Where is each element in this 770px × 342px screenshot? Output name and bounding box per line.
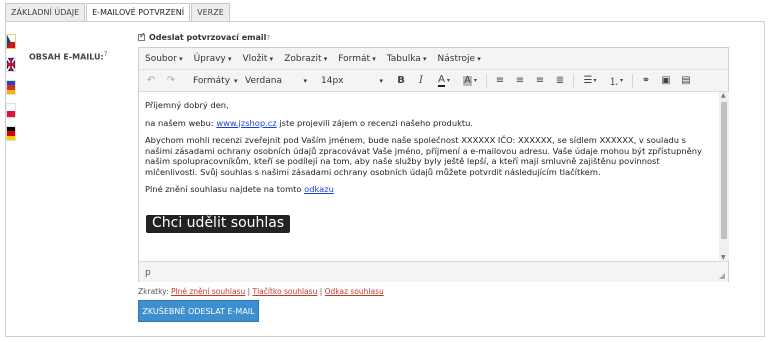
formats-select-value: Formáty bbox=[193, 75, 231, 86]
shortcuts-row: Zkratky: Plné znění souhlasu | Tlačítko … bbox=[138, 287, 384, 296]
help-icon[interactable]: ? bbox=[266, 34, 270, 42]
flag-pl-icon[interactable] bbox=[6, 103, 16, 118]
italic-button[interactable]: I bbox=[413, 73, 429, 89]
editor-statusbar: p ◢ bbox=[139, 261, 728, 282]
shortcut-full-text[interactable]: Plné znění souhlasu bbox=[171, 287, 245, 296]
formats-select[interactable]: Formáty ▾ bbox=[193, 75, 238, 86]
font-family-select-value: Verdana bbox=[245, 75, 282, 86]
send-confirmation-row: Odeslat potvrzovací email? bbox=[138, 31, 270, 42]
font-size-select-value: 14px bbox=[321, 75, 344, 86]
text-color-icon: A bbox=[438, 73, 445, 87]
tab-basic-info[interactable]: ZÁKLADNÍ ÚDAJE bbox=[5, 3, 86, 22]
flag-de-alt-icon[interactable] bbox=[6, 80, 16, 95]
chevron-down-icon: ▾ bbox=[303, 76, 307, 85]
align-center-icon[interactable]: ≡ bbox=[512, 73, 528, 89]
menu-format[interactable]: Formát bbox=[338, 54, 375, 64]
media-icon[interactable]: ▤ bbox=[678, 73, 694, 89]
menu-file[interactable]: Soubor bbox=[145, 54, 183, 64]
numbered-list-icon[interactable]: ⒈ ▾ bbox=[605, 73, 627, 89]
menu-insert[interactable]: Vložit bbox=[243, 54, 274, 64]
chevron-down-icon: ▾ bbox=[234, 76, 238, 85]
background-color-icon: A bbox=[463, 74, 472, 86]
align-justify-icon[interactable]: ≣ bbox=[552, 73, 568, 89]
editor-scrollbar[interactable]: ▲ ▼ bbox=[719, 92, 729, 261]
chevron-down-icon: ▾ bbox=[619, 77, 623, 84]
website-line: na našem webu: www.jzshop.cz jste projev… bbox=[145, 118, 713, 129]
editor-menubar: Soubor Úpravy Vložit Zobrazit Formát Tab… bbox=[139, 48, 728, 70]
full-text-prefix: Plné znění souhlasu najdete na tomto bbox=[145, 184, 305, 194]
website-line-prefix: na našem webu: bbox=[145, 117, 217, 128]
text-color-button[interactable]: A ▾ bbox=[433, 73, 455, 89]
link-icon[interactable]: ⚭ bbox=[638, 73, 654, 89]
tab-bar: ZÁKLADNÍ ÚDAJE E-MAILOVÉ POTVRZENÍ VERZE bbox=[5, 3, 231, 23]
full-text-line: Plné znění souhlasu najdete na tomto odk… bbox=[145, 184, 713, 195]
menu-tools[interactable]: Nástroje bbox=[438, 54, 481, 64]
test-send-email-button[interactable]: ZKUŠEBNĚ ODESLAT E-MAIL bbox=[138, 300, 259, 322]
redo-icon[interactable]: ↷ bbox=[163, 73, 179, 89]
editor-content[interactable]: Příjemný dobrý den, na našem webu: www.j… bbox=[139, 92, 719, 261]
undo-icon[interactable]: ↶ bbox=[143, 73, 159, 89]
language-flags bbox=[6, 34, 18, 149]
toolbar-divider bbox=[632, 73, 633, 88]
flag-de-icon[interactable] bbox=[6, 126, 16, 141]
font-family-select[interactable]: Verdana ▾ bbox=[245, 76, 307, 86]
shortcuts-label: Zkratky: bbox=[138, 287, 171, 296]
shortcut-consent-link[interactable]: Odkaz souhlasu bbox=[325, 287, 384, 296]
tab-versions[interactable]: VERZE bbox=[191, 3, 230, 22]
align-left-icon[interactable]: ≡ bbox=[492, 73, 508, 89]
scroll-down-icon[interactable]: ▼ bbox=[721, 254, 726, 261]
shortcut-separator: | bbox=[317, 287, 325, 296]
tab-email-confirmation[interactable]: E-MAILOVÉ POTVRZENÍ bbox=[86, 3, 191, 23]
toolbar-divider bbox=[573, 73, 574, 88]
element-path[interactable]: p bbox=[145, 268, 151, 278]
send-confirmation-label: Odeslat potvrzovací email bbox=[149, 33, 267, 42]
menu-view[interactable]: Zobrazit bbox=[284, 54, 327, 64]
consent-button[interactable]: Chci udělit souhlas bbox=[146, 215, 291, 233]
bold-button[interactable]: B bbox=[393, 73, 409, 89]
rich-text-editor: Soubor Úpravy Vložit Zobrazit Formát Tab… bbox=[138, 47, 729, 282]
website-line-suffix: jste projevili zájem o recenzi našeho pr… bbox=[276, 117, 474, 128]
image-icon[interactable]: ▣ bbox=[658, 73, 674, 89]
send-confirmation-checkbox[interactable] bbox=[138, 31, 146, 41]
website-link[interactable]: www.jzshop.cz bbox=[216, 118, 276, 128]
resize-handle-icon[interactable]: ◢ bbox=[719, 271, 725, 280]
email-content-label: OBSAH E-MAILU:? bbox=[29, 50, 107, 62]
flag-uk-icon[interactable] bbox=[6, 57, 16, 72]
shortcut-consent-button[interactable]: Tlačítko souhlasu bbox=[253, 287, 318, 296]
bullet-list-icon[interactable]: ☰ ▾ bbox=[579, 73, 601, 89]
email-content-label-text: OBSAH E-MAILU: bbox=[29, 52, 104, 62]
chevron-down-icon: ▾ bbox=[473, 77, 477, 84]
scrollbar-thumb[interactable] bbox=[721, 102, 727, 239]
shortcut-separator: | bbox=[245, 287, 253, 296]
menu-table[interactable]: Tabulka bbox=[387, 54, 427, 64]
align-right-icon[interactable]: ≡ bbox=[532, 73, 548, 89]
toolbar-divider bbox=[486, 73, 487, 88]
chevron-down-icon: ▾ bbox=[379, 76, 383, 85]
font-size-select[interactable]: 14px ▾ bbox=[321, 76, 383, 86]
flag-cz-icon[interactable] bbox=[6, 34, 16, 49]
chevron-down-icon: ▾ bbox=[446, 77, 450, 84]
greeting-line: Příjemný dobrý den, bbox=[145, 100, 229, 110]
chevron-down-icon: ▾ bbox=[593, 77, 597, 84]
editor-toolbar: ↶ ↷ Formáty ▾ Verdana ▾ 14px ▾ B I A ▾ A ▾ ≡ … bbox=[139, 70, 728, 92]
scroll-up-icon[interactable]: ▲ bbox=[721, 92, 726, 99]
menu-edit[interactable]: Úpravy bbox=[194, 54, 232, 64]
help-icon[interactable]: ? bbox=[104, 50, 108, 58]
consent-paragraph: Abychom mohli recenzi zveřejnit pod Vaší… bbox=[145, 135, 702, 177]
full-text-link[interactable]: odkazu bbox=[304, 184, 334, 194]
background-color-button[interactable]: A ▾ bbox=[459, 73, 481, 89]
